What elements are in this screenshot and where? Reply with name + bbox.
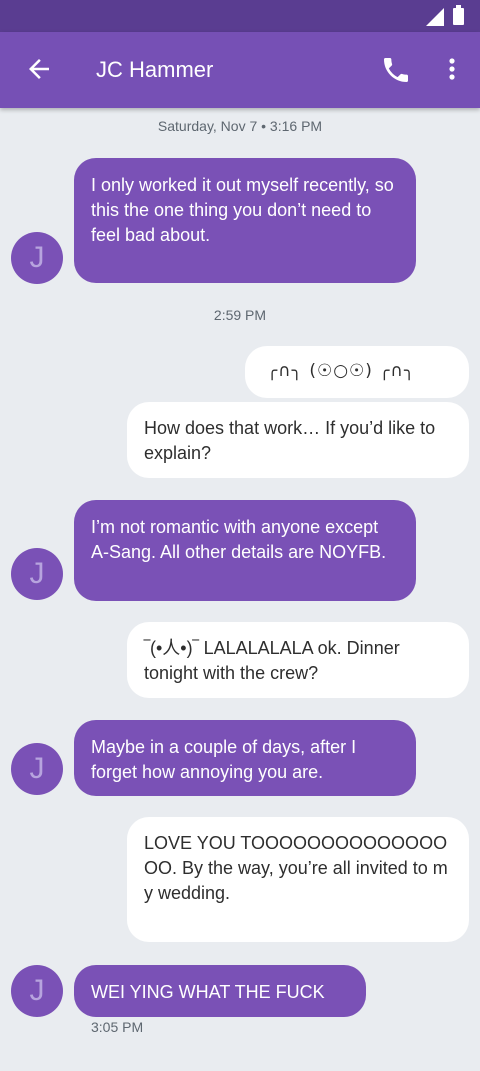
incoming-message[interactable]: I’m not romantic with anyone except A-Sa… [74,500,416,601]
outgoing-message[interactable]: ╭∩╮ (☉○☉) ╭∩╮ [245,346,469,398]
avatar[interactable]: J [11,548,63,600]
avatar[interactable]: J [11,232,63,284]
signal-icon [426,8,444,26]
incoming-message[interactable]: Maybe in a couple of days, after I forge… [74,720,416,796]
back-button[interactable] [24,54,54,84]
battery-icon [453,5,464,25]
avatar[interactable]: J [11,743,63,795]
outgoing-message[interactable]: How does that work… If you’d like to exp… [127,402,469,478]
more-vert-icon [449,58,455,80]
outgoing-message[interactable]: LOVE YOU TOOOOOOOOOOOOOOOO. By the way, … [127,817,469,942]
message-timestamp: 3:05 PM [91,1019,144,1035]
call-button[interactable] [380,54,412,86]
more-options-button[interactable] [440,54,464,86]
incoming-message[interactable]: I only worked it out myself recently, so… [74,158,416,283]
arrow-back-icon [29,59,49,79]
conversation-title: JC Hammer [96,57,214,82]
avatar[interactable]: J [11,965,63,1017]
status-bar [0,0,480,32]
message-timestamp: 2:59 PM [213,307,267,323]
date-separator: Saturday, Nov 7 • 3:16 PM [157,118,323,134]
phone-icon [384,58,408,82]
incoming-message[interactable]: WEI YING WHAT THE FUCK [74,965,366,1017]
outgoing-message[interactable]: ‾(•人•)‾ LALALALALA ok. Dinner tonight wi… [127,622,469,698]
app-bar: JC Hammer [0,32,480,108]
